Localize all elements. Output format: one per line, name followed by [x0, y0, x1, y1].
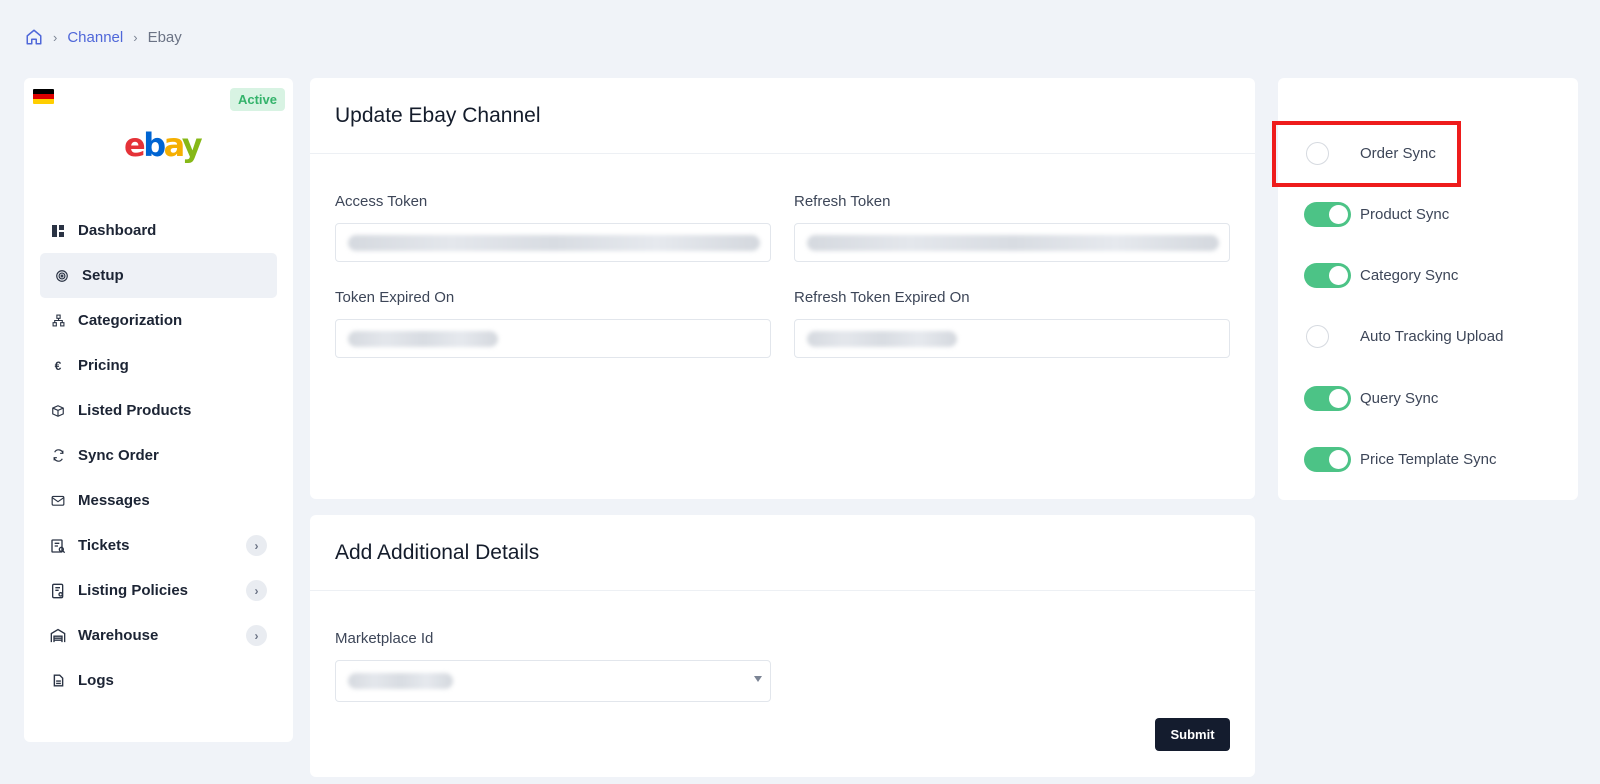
sync-icon — [50, 448, 66, 464]
sidebar-item-logs[interactable]: Logs — [40, 658, 277, 703]
query-sync-toggle[interactable] — [1304, 385, 1351, 411]
mail-icon — [50, 493, 66, 509]
sync-row-product-sync: Product Sync — [1304, 201, 1449, 227]
breadcrumb-link-channel[interactable]: Channel — [67, 29, 123, 46]
redacted-value — [807, 330, 957, 347]
sync-label: Category Sync — [1360, 266, 1459, 284]
status-badge: Active — [229, 88, 285, 111]
redacted-value — [348, 673, 453, 689]
sync-row-query-sync: Query Sync — [1304, 385, 1438, 411]
dashboard-icon — [50, 223, 66, 239]
sidebar-item-label: Messages — [78, 492, 150, 509]
box-icon — [50, 403, 66, 419]
product-sync-toggle[interactable] — [1304, 201, 1351, 227]
refresh-token-expired-on-input[interactable] — [794, 319, 1230, 358]
redacted-value — [348, 234, 760, 251]
sidebar-item-categorization[interactable]: Categorization — [40, 298, 277, 343]
auto-tracking-upload-toggle[interactable] — [1304, 324, 1351, 349]
divider — [310, 590, 1255, 591]
refresh-token-expired-on-label: Refresh Token Expired On — [794, 289, 970, 306]
ticket-icon — [50, 538, 66, 554]
highlight-annotation — [1272, 121, 1461, 187]
sidebar-item-setup[interactable]: Setup — [40, 253, 277, 298]
divider — [310, 153, 1255, 154]
sidebar-item-label: Listing Policies — [78, 582, 189, 599]
marketplace-id-label: Marketplace Id — [335, 630, 434, 647]
update-channel-card: Update Ebay Channel Access Token Refresh… — [310, 78, 1255, 499]
sidebar-nav: Dashboard Setup Categorization € Pricing… — [40, 208, 277, 703]
sidebar-item-label: Sync Order — [78, 447, 159, 464]
sidebar-item-messages[interactable]: Messages — [40, 478, 277, 523]
euro-icon: € — [54, 358, 62, 373]
categorization-icon — [50, 313, 66, 329]
warehouse-icon — [50, 628, 66, 644]
sidebar-item-label: Pricing — [78, 357, 129, 374]
category-sync-toggle[interactable] — [1304, 262, 1351, 288]
sidebar-item-label: Warehouse — [78, 627, 159, 644]
sidebar-item-pricing[interactable]: € Pricing — [40, 343, 277, 388]
file-icon — [50, 673, 66, 689]
redacted-value — [807, 234, 1219, 251]
ebay-logo: ebay — [124, 126, 203, 164]
card-title: Update Ebay Channel — [335, 104, 541, 127]
token-expired-on-label: Token Expired On — [335, 289, 455, 306]
chevron-right-icon[interactable]: › — [246, 535, 267, 556]
marketplace-id-select[interactable] — [335, 660, 771, 702]
sidebar-item-label: Listed Products — [78, 402, 192, 419]
sidebar-item-label: Categorization — [78, 312, 183, 329]
sidebar-item-tickets[interactable]: Tickets › — [40, 523, 277, 568]
sidebar-item-listed-products[interactable]: Listed Products — [40, 388, 277, 433]
refresh-token-input[interactable] — [794, 223, 1230, 262]
sidebar-item-label: Dashboard — [78, 222, 157, 239]
chevron-right-icon: › — [53, 29, 58, 45]
sidebar-item-dashboard[interactable]: Dashboard — [40, 208, 277, 253]
sidebar-item-warehouse[interactable]: Warehouse › — [40, 613, 277, 658]
chevron-right-icon[interactable]: › — [246, 580, 267, 601]
breadcrumb-current: Ebay — [147, 28, 182, 46]
sync-row-category-sync: Category Sync — [1304, 262, 1458, 288]
chevron-right-icon: › — [133, 29, 138, 45]
additional-details-card: Add Additional Details Marketplace Id Su… — [310, 515, 1255, 777]
sync-label: Product Sync — [1360, 205, 1450, 223]
sync-label: Query Sync — [1360, 389, 1439, 407]
setup-icon — [54, 268, 70, 284]
sync-label: Price Template Sync — [1360, 450, 1497, 468]
germany-flag-icon — [33, 89, 54, 104]
sync-row-price-template-sync: Price Template Sync — [1304, 446, 1496, 472]
breadcrumb: › Channel › Ebay — [25, 28, 182, 46]
policy-icon — [50, 583, 66, 599]
sidebar-item-label: Tickets — [78, 537, 130, 554]
refresh-token-label: Refresh Token — [794, 193, 891, 210]
chevron-right-icon[interactable]: › — [246, 625, 267, 646]
sidebar: Active ebay Dashboard Setup Categorizati… — [24, 78, 293, 742]
dropdown-arrow-icon — [754, 676, 762, 682]
submit-button[interactable]: Submit — [1155, 718, 1230, 751]
sync-row-auto-tracking-upload: Auto Tracking Upload — [1304, 323, 1503, 349]
redacted-value — [348, 330, 498, 347]
sidebar-item-sync-order[interactable]: Sync Order — [40, 433, 277, 478]
sidebar-item-label: Setup — [82, 267, 124, 284]
card-title: Add Additional Details — [335, 541, 540, 564]
sidebar-item-listing-policies[interactable]: Listing Policies › — [40, 568, 277, 613]
price-template-sync-toggle[interactable] — [1304, 446, 1351, 472]
sync-label: Auto Tracking Upload — [1360, 327, 1504, 345]
access-token-input[interactable] — [335, 223, 771, 262]
home-icon[interactable] — [25, 28, 43, 46]
token-expired-on-input[interactable] — [335, 319, 771, 358]
sidebar-item-label: Logs — [78, 672, 114, 689]
access-token-label: Access Token — [335, 193, 428, 210]
